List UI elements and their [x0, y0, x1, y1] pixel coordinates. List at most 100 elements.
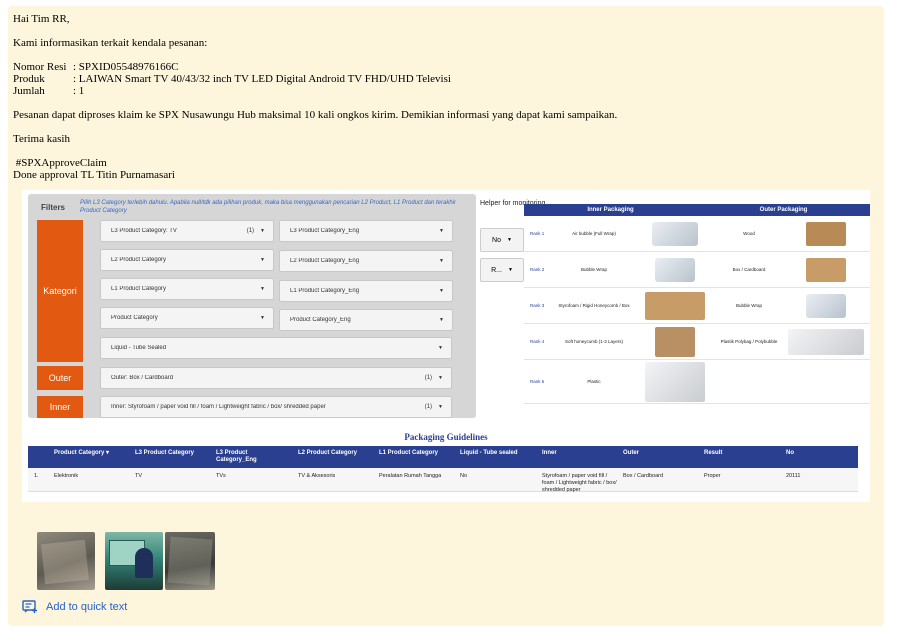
dropdown-label: L1 Product Category_Eng [290, 288, 360, 294]
caret-down-icon: ▼ [260, 315, 265, 321]
outer-name: Wood [743, 231, 755, 236]
helper-button-label: R... [491, 266, 502, 274]
cell-l1-category: Peralatan Rumah Tangga [379, 473, 442, 479]
bubble-wrap-roll-image [782, 291, 870, 321]
dropdown-l2-category-eng[interactable]: L2 Product Category_Eng ▼ [279, 250, 453, 272]
packaging-guidelines-title: Packaging Guidelines [404, 432, 488, 442]
dropdown-l3-category-eng[interactable]: L3 Product Category_Eng ▼ [279, 220, 453, 242]
filter-hint: Pilih L3 Category terlebih dahulu. Apabi… [80, 200, 457, 214]
inner-name: Soft honeycomb (1-3 Layers) [564, 339, 624, 344]
header-l1-category: L1 Product Category [379, 450, 439, 456]
cell-product-category: Elektronik [54, 473, 79, 479]
outer-packaging-header: Outer Packaging [759, 207, 808, 213]
field-label: Produk [13, 73, 45, 85]
field-value: : SPXID05548976166C [73, 61, 179, 73]
caret-down-icon: ▼ [439, 288, 444, 294]
field-value: : LAIWAN Smart TV 40/43/32 inch TV LED D… [73, 73, 451, 85]
dropdown-label: Product Category_Eng [290, 317, 351, 323]
caret-down-icon: ▼ [439, 317, 444, 323]
intro-text: Kami informasikan terkait kendala pesana… [13, 37, 208, 49]
cardboard-box-image [782, 255, 870, 285]
quick-text-icon [22, 600, 37, 613]
cell-outer: Box / Cardboard [623, 473, 664, 479]
dropdown-label: Inner: Styrofoam / paper void fill / foa… [111, 404, 326, 410]
caret-down-icon: ▼ [507, 237, 512, 243]
greeting: Hai Tim RR, [13, 13, 70, 25]
helper-button-r[interactable]: R... ▼ [480, 258, 524, 282]
cell-liquid: No [460, 473, 468, 479]
caret-down-icon: ▼ [439, 228, 444, 234]
packaging-row: Rank 5 Plastic [524, 360, 870, 404]
selection-count: (1) [424, 375, 433, 381]
table-row: 1. Elektronik TV TVs TV & Aksesoris Pera… [28, 468, 858, 493]
dropdown-outer[interactable]: Outer: Box / Cardboard (1) ▼ [100, 367, 452, 389]
dropdown-l2-category[interactable]: L2 Product Category ▼ [100, 249, 274, 271]
add-to-quick-text-button[interactable]: Add to quick text [22, 600, 127, 614]
cell-no: 20111 [786, 473, 801, 479]
filters-title: Filters [41, 203, 66, 212]
attachment-thumbnail-3[interactable] [165, 532, 215, 590]
header-product-category[interactable]: Product Category ▾ [54, 450, 128, 457]
dropdown-l1-category[interactable]: L1 Product Category ▼ [100, 278, 274, 300]
caret-down-icon: ▼ [438, 375, 443, 381]
packaging-header: Inner Packaging Outer Packaging [524, 204, 870, 216]
caret-down-icon: ▼ [260, 257, 265, 263]
dropdown-label: L2 Product Category_Eng [290, 258, 360, 264]
attachment-thumbnail-1[interactable] [37, 532, 95, 590]
caret-down-icon: ▼ [438, 345, 443, 351]
dropdown-inner[interactable]: Inner: Styrofoam / paper void fill / foa… [100, 396, 452, 418]
packaging-row: Rank 1 Air bubble (Full Wrap) Wood [524, 216, 870, 252]
dropdown-label: L2 Product Category [111, 257, 167, 263]
rank-label: Rank 5 [530, 379, 545, 384]
rank-label: Rank 3 [530, 303, 545, 308]
inner-name: Air bubble (Full Wrap) [572, 231, 616, 236]
selection-count: (1) [424, 404, 433, 410]
cell-inner: Styrofoam / paper void fill / foam / Lig… [542, 473, 617, 493]
inner-name: Plastic [587, 379, 601, 384]
dropdown-product-category[interactable]: Product Category ▼ [100, 307, 274, 329]
packaging-row: Rank 2 Bubble Wrap Box / Cardboard [524, 252, 870, 288]
outer-name: Bubble Wrap [736, 303, 762, 308]
field-label: Nomor Resi [13, 61, 67, 73]
attachment-thumbnail-2[interactable] [105, 532, 163, 590]
caret-down-icon: ▼ [507, 267, 513, 273]
dropdown-label: L3 Product Category_Eng [290, 228, 360, 234]
cell-result: Proper [704, 473, 721, 479]
dropdown-label: L3 Product Category: TV [111, 228, 177, 234]
outer-name: Plastik Polybag / Polybubble [720, 339, 778, 344]
field-jumlah: Jumlah : 1 [13, 85, 617, 97]
plastic-bag-image [634, 361, 716, 402]
inner-name: Styrofoam / Rigid Honeycomb / Box [558, 303, 630, 308]
rank-label: Rank 2 [530, 267, 545, 272]
dropdown-product-category-eng[interactable]: Product Category_Eng ▼ [279, 309, 453, 331]
cell-l2-category: TV & Aksesoris [298, 473, 336, 479]
guidelines-table-header: Product Category ▾ L3 Product Category L… [28, 446, 858, 468]
dropdown-l1-category-eng[interactable]: L1 Product Category_Eng ▼ [279, 280, 453, 302]
header-outer: Outer [623, 450, 640, 456]
row-index: 1. [34, 473, 39, 479]
kategori-block: Kategori [37, 220, 83, 362]
embedded-screenshot[interactable]: Filters Pilih L3 Category terlebih dahul… [22, 190, 870, 502]
field-resi: Nomor Resi : SPXID05548976166C [13, 61, 617, 73]
wood-crate-image [782, 219, 870, 249]
field-produk: Produk : LAIWAN Smart TV 40/43/32 inch T… [13, 73, 617, 85]
header-inner: Inner [542, 450, 557, 456]
helper-button-label: No [492, 236, 501, 244]
helper-button-no[interactable]: No ▼ [480, 228, 524, 252]
packaging-row: Rank 3 Styrofoam / Rigid Honeycomb / Box… [524, 288, 870, 324]
header-no: No [786, 450, 794, 456]
inner-name: Bubble Wrap [581, 267, 607, 272]
inner-block: Inner [37, 396, 83, 418]
dropdown-liquid[interactable]: Liquid - Tube Sealed ▼ [100, 337, 452, 359]
header-result: Result [704, 450, 723, 456]
dropdown-l3-category[interactable]: L3 Product Category: TV (1) ▼ [100, 220, 274, 242]
caret-down-icon: ▼ [260, 228, 265, 234]
honeycomb-paper-image [634, 326, 716, 357]
cell-l3-category-eng: TVs [216, 473, 226, 479]
filter-panel: Filters Pilih L3 Category terlebih dahul… [28, 194, 476, 418]
body-text: Pesanan dapat diproses klaim ke SPX Nusa… [13, 109, 618, 121]
air-bubble-image [634, 219, 716, 249]
message-text: Hai Tim RR, Kami informasikan terkait ke… [13, 13, 617, 181]
dropdown-label: Liquid - Tube Sealed [111, 345, 167, 351]
hashtag: #SPXApproveClaim [13, 157, 107, 169]
